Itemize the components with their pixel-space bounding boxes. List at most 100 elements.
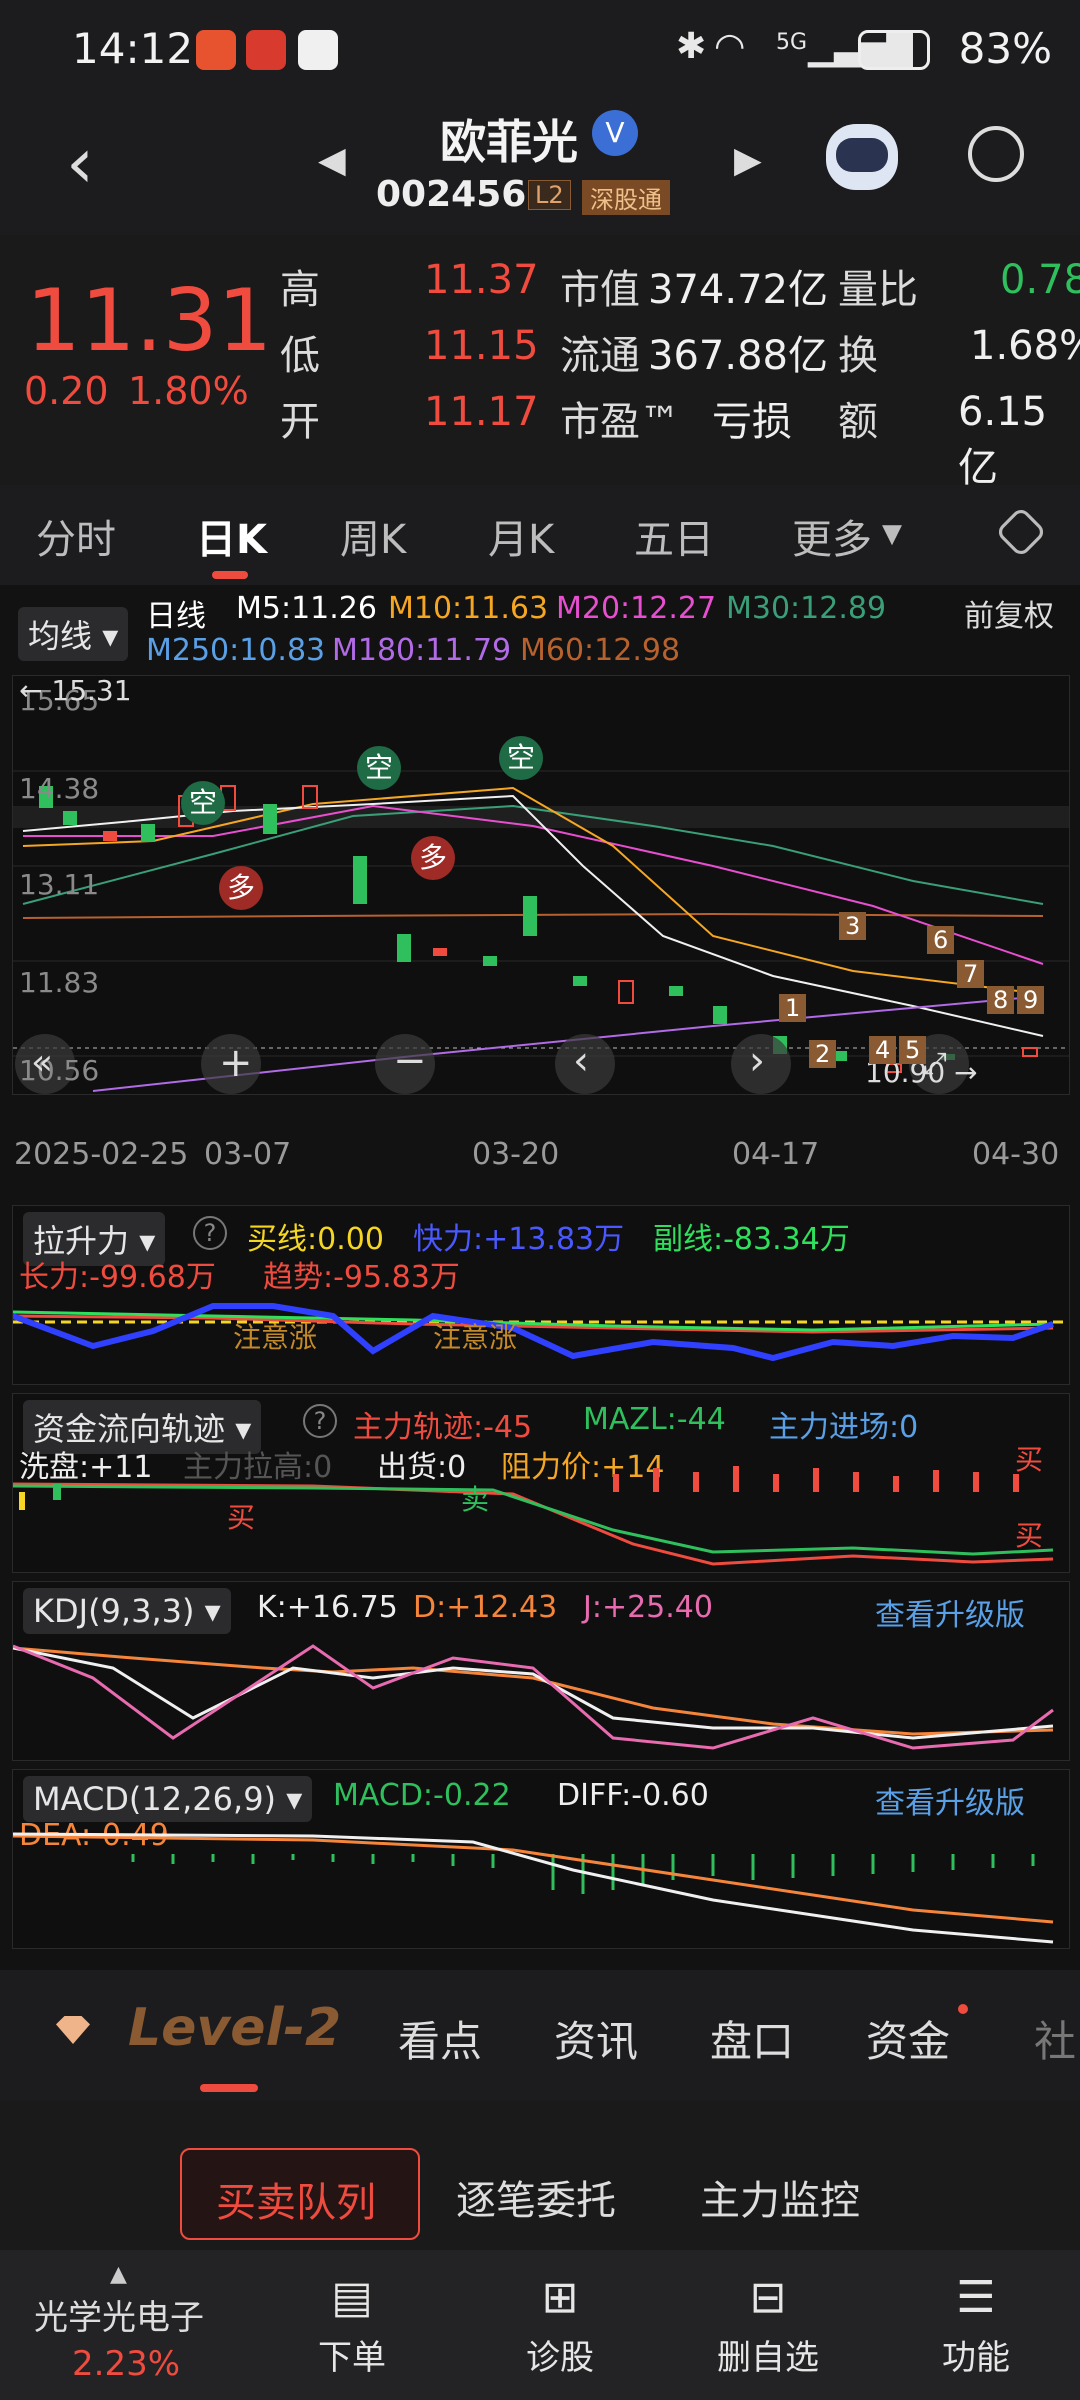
count-marker: 6: [927, 926, 955, 954]
nav-order-button[interactable]: ▤ 下单: [272, 2272, 432, 2379]
minus-square-icon: ⊟: [749, 2272, 787, 2323]
price-change-percent: 1.80%: [128, 369, 249, 413]
kline-svg: [13, 770, 1069, 1094]
date-label: 04-30: [972, 1137, 1060, 1172]
kdj-selector[interactable]: KDJ(9,3,3) ▾: [23, 1588, 231, 1634]
back-icon[interactable]: ‹: [66, 122, 94, 204]
tab-highlights[interactable]: 看点: [398, 2008, 482, 2069]
signal-empty: 空: [499, 736, 543, 780]
tab-monthly-k[interactable]: 月K: [488, 507, 554, 565]
macd-selector[interactable]: MACD(12,26,9) ▾: [23, 1776, 313, 1822]
tab-level2[interactable]: Level-2: [128, 1998, 341, 2058]
tab-daily-k[interactable]: 日K: [196, 507, 267, 565]
app-notification-icon: [196, 30, 236, 70]
market-badge: 深股通: [582, 180, 670, 215]
nav-label: 下单: [318, 2338, 386, 2378]
adjust-label[interactable]: 前复权: [964, 591, 1054, 635]
prev-stock-icon[interactable]: ◀: [318, 140, 346, 181]
ma-selector[interactable]: 均线 ▾: [18, 607, 129, 661]
ma250-label: M250:10.83: [146, 633, 326, 668]
next-stock-icon[interactable]: ▶: [734, 140, 762, 181]
level2-subtabs: 买卖队列 逐笔委托 主力监控: [0, 2100, 1080, 2250]
ma30-label: M30:12.89: [726, 591, 887, 626]
settings-icon[interactable]: [994, 505, 1048, 559]
macd-panel[interactable]: MACD(12,26,9) ▾ MACD:-0.22 DIFF:-0.60 查看…: [12, 1769, 1070, 1949]
tab-funds[interactable]: 资金: [866, 2008, 950, 2069]
high-value: 11.37: [424, 257, 539, 303]
bluetooth-icon: ✱: [676, 26, 707, 67]
zoom-in-icon[interactable]: +: [219, 1040, 253, 1086]
market-cap-value: 374.72亿: [648, 267, 828, 313]
tab-more[interactable]: 更多: [792, 507, 872, 565]
nav-label: 删自选: [717, 2338, 819, 2378]
macd-upgrade-link[interactable]: 查看升级版: [875, 1778, 1025, 1822]
document-icon: ▤: [331, 2272, 373, 2323]
app-notification-icon: [298, 30, 338, 70]
signal-empty: 空: [357, 746, 401, 790]
nav-diagnose-button[interactable]: ⊞ 诊股: [480, 2272, 640, 2379]
tab-community[interactable]: 社: [1034, 2008, 1076, 2069]
date-label: 04-17: [732, 1137, 820, 1172]
note-rise: 注意涨: [433, 1321, 518, 1354]
kline-panel[interactable]: 15.65 14.38 13.11 11.83 10.56 ← 15.31 10…: [12, 674, 1070, 1095]
scroll-left-icon[interactable]: ‹: [573, 1038, 589, 1084]
active-tab-indicator: [212, 571, 248, 579]
signal-more: 多: [411, 836, 455, 880]
tab-five-day[interactable]: 五日: [634, 507, 714, 565]
buy-signal: 买: [1015, 1443, 1044, 1476]
amount-label: 额: [838, 399, 878, 445]
fullscreen-icon[interactable]: ⤢: [923, 1046, 947, 1081]
tab-intraday[interactable]: 分时: [36, 507, 116, 565]
count-marker: 4: [869, 1036, 897, 1064]
tab-order-book[interactable]: 盘口: [710, 2008, 794, 2069]
buy-signal: 买: [227, 1501, 256, 1534]
tab-weekly-k[interactable]: 周K: [340, 507, 406, 565]
count-marker: 2: [809, 1040, 837, 1068]
count-marker: 8: [987, 986, 1015, 1014]
sell-signal: 卖: [461, 1483, 490, 1516]
fast-back-icon[interactable]: «: [31, 1042, 53, 1083]
float-cap-label: 流通: [560, 333, 640, 379]
app-notification-icon: [246, 30, 286, 70]
search-icon[interactable]: [968, 126, 1024, 182]
turnover-value: 1.68%: [970, 323, 1080, 369]
amount-value: 6.15亿: [958, 389, 1048, 491]
nav-functions-button[interactable]: ☰ 功能: [896, 2272, 1056, 2379]
count-marker: 7: [957, 960, 985, 988]
help-icon[interactable]: ?: [193, 1216, 227, 1250]
count-marker: 1: [779, 994, 807, 1022]
pe-label: 市盈™: [560, 399, 680, 445]
nav-remove-watchlist-button[interactable]: ⊟ 删自选: [688, 2272, 848, 2379]
subtab-order-by-order[interactable]: 逐笔委托: [456, 2168, 616, 2226]
main-track: 主力轨迹:-45: [353, 1410, 533, 1445]
scroll-right-icon[interactable]: ›: [749, 1038, 765, 1084]
chevron-up-icon[interactable]: ▲: [110, 2262, 127, 2287]
ma10-label: M10:11.63: [388, 591, 549, 626]
assistant-robot-icon[interactable]: [826, 124, 898, 190]
kdj-d: D:+12.43: [413, 1590, 558, 1625]
count-marker: 9: [1017, 986, 1045, 1014]
kdj-panel[interactable]: KDJ(9,3,3) ▾ K:+16.75 D:+12.43 J:+25.40 …: [12, 1581, 1070, 1761]
l2-badge: L2: [528, 180, 571, 210]
diamond-icon: [56, 2016, 90, 2044]
open-value: 11.17: [424, 389, 539, 435]
tab-news[interactable]: 资讯: [554, 2008, 638, 2069]
zoom-out-icon[interactable]: −: [393, 1038, 427, 1084]
chart-area: 均线 ▾ 日线 M5:11.26 M10:11.63 M20:12.27 M30…: [0, 585, 1080, 1970]
subtab-main-monitor[interactable]: 主力监控: [700, 2168, 860, 2226]
y-axis-label: 11.83: [19, 966, 100, 999]
lift-force-panel[interactable]: 拉升力 ▾ ? 买线:0.00 快力:+13.83万 副线:-83.34万 长力…: [12, 1205, 1070, 1385]
help-icon[interactable]: ?: [303, 1404, 337, 1438]
signal-more: 多: [219, 866, 263, 910]
battery-icon: [858, 30, 930, 70]
count-marker: 3: [839, 912, 867, 940]
sector-name[interactable]: 光学光电子: [34, 2290, 204, 2339]
kdj-upgrade-link[interactable]: 查看升级版: [875, 1590, 1025, 1634]
stock-header: ‹ ◀ 欧菲光 V 002456 L2 深股通 ▶: [0, 100, 1080, 235]
date-label: 03-20: [472, 1137, 560, 1172]
wifi-icon: ◠: [714, 26, 746, 67]
notification-dot: [958, 2004, 968, 2014]
subtab-buy-sell-queue[interactable]: 买卖队列: [180, 2148, 420, 2240]
volume-ratio-value: 0.78: [1000, 257, 1080, 303]
fund-flow-panel[interactable]: 资金流向轨迹 ▾ ? 主力轨迹:-45 MAZL:-44 主力进场:0 洗盘:+…: [12, 1393, 1070, 1573]
